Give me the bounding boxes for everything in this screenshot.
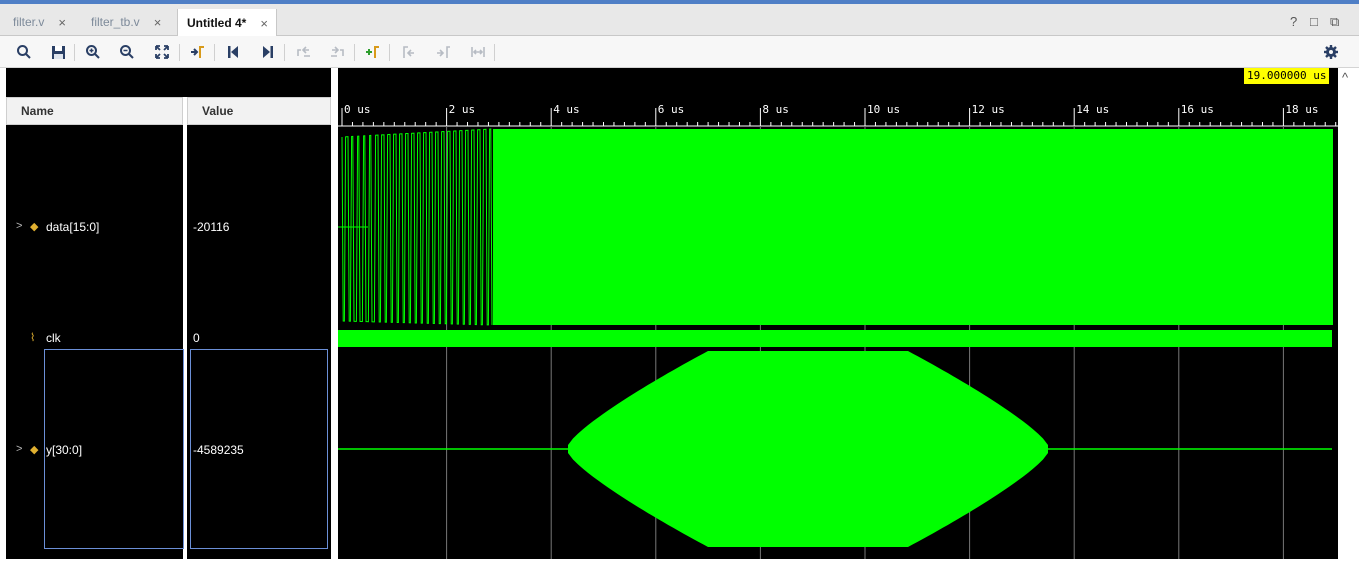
tab-untitled-4[interactable]: Untitled 4* × xyxy=(177,9,277,37)
time-tick-label: 4 us xyxy=(553,103,580,116)
help-icon[interactable]: ? xyxy=(1290,14,1297,29)
waveform-svg xyxy=(338,108,1338,559)
data-waveform-dense xyxy=(493,129,1333,325)
time-tick-label: 2 us xyxy=(448,103,476,116)
tab-bar: filter.v × filter_tb.v × Untitled 4* × ?… xyxy=(0,0,1359,37)
popout-icon[interactable]: ⧉ xyxy=(1330,14,1339,30)
swap-cursors-icon[interactable] xyxy=(468,42,488,62)
add-marker-icon[interactable] xyxy=(363,42,383,62)
go-to-start-icon[interactable] xyxy=(223,42,243,62)
bit-signal-icon: ⌇ xyxy=(30,332,36,344)
time-tick-label: 16 us xyxy=(1180,103,1214,116)
time-tick-label: 8 us xyxy=(762,103,789,116)
save-icon[interactable] xyxy=(48,42,68,62)
previous-marker-icon[interactable] xyxy=(398,42,418,62)
zoom-fit-icon[interactable] xyxy=(152,42,172,62)
close-icon[interactable]: × xyxy=(58,15,66,30)
signal-name-y[interactable]: y[30:0] xyxy=(46,443,82,457)
next-marker-icon[interactable] xyxy=(433,42,453,62)
expand-chevron-icon[interactable]: > xyxy=(16,443,22,455)
time-tick-label: 6 us xyxy=(657,103,685,116)
vertical-scrollbar[interactable]: ^ xyxy=(1338,68,1359,559)
expand-chevron-icon[interactable]: > xyxy=(16,220,22,232)
gear-icon[interactable] xyxy=(1321,42,1341,62)
tab-filter-tb-v[interactable]: filter_tb.v × xyxy=(82,8,169,36)
zoom-out-icon[interactable] xyxy=(117,42,137,62)
bus-signal-icon: ◆ xyxy=(30,444,39,456)
search-icon[interactable] xyxy=(14,42,34,62)
time-tick-label: 10 us xyxy=(867,103,901,116)
time-tick-label: 18 us xyxy=(1285,103,1319,116)
signal-value-data: -20116 xyxy=(193,220,230,234)
value-column-header[interactable]: Value xyxy=(187,97,331,125)
signal-name-clk[interactable]: clk xyxy=(46,331,61,345)
restore-icon[interactable]: □ xyxy=(1310,14,1318,29)
tab-label: filter.v xyxy=(13,15,45,29)
y-waveform-envelope xyxy=(568,351,1048,547)
close-icon[interactable]: × xyxy=(154,15,162,30)
go-to-cursor-icon[interactable] xyxy=(188,42,208,62)
clk-waveform xyxy=(338,330,1332,347)
close-icon[interactable]: × xyxy=(260,16,268,31)
go-to-end-icon[interactable] xyxy=(258,42,278,62)
zoom-in-icon[interactable] xyxy=(83,42,103,62)
scroll-up-icon[interactable]: ^ xyxy=(1342,70,1348,85)
signal-value-y: -4589235 xyxy=(193,443,244,457)
waveform-canvas[interactable] xyxy=(338,68,1338,559)
signal-value-clk: 0 xyxy=(193,331,200,345)
time-tick-label: 0 us xyxy=(344,103,371,116)
time-tick-label: 12 us xyxy=(971,103,1005,116)
name-column-header[interactable]: Name xyxy=(6,97,183,125)
next-transition-icon[interactable] xyxy=(328,42,348,62)
bus-signal-icon: ◆ xyxy=(30,221,39,233)
tab-label: filter_tb.v xyxy=(91,15,140,29)
cursor-time-label[interactable]: 19.000000 us xyxy=(1244,68,1330,84)
previous-transition-icon[interactable] xyxy=(293,42,313,62)
tab-label: Untitled 4* xyxy=(187,16,247,30)
time-tick-label: 14 us xyxy=(1076,103,1110,116)
tab-filter-v[interactable]: filter.v × xyxy=(4,8,74,36)
panel-top-strip xyxy=(6,68,331,97)
signal-name-data[interactable]: data[15:0] xyxy=(46,220,99,234)
toolbar xyxy=(0,36,1359,68)
